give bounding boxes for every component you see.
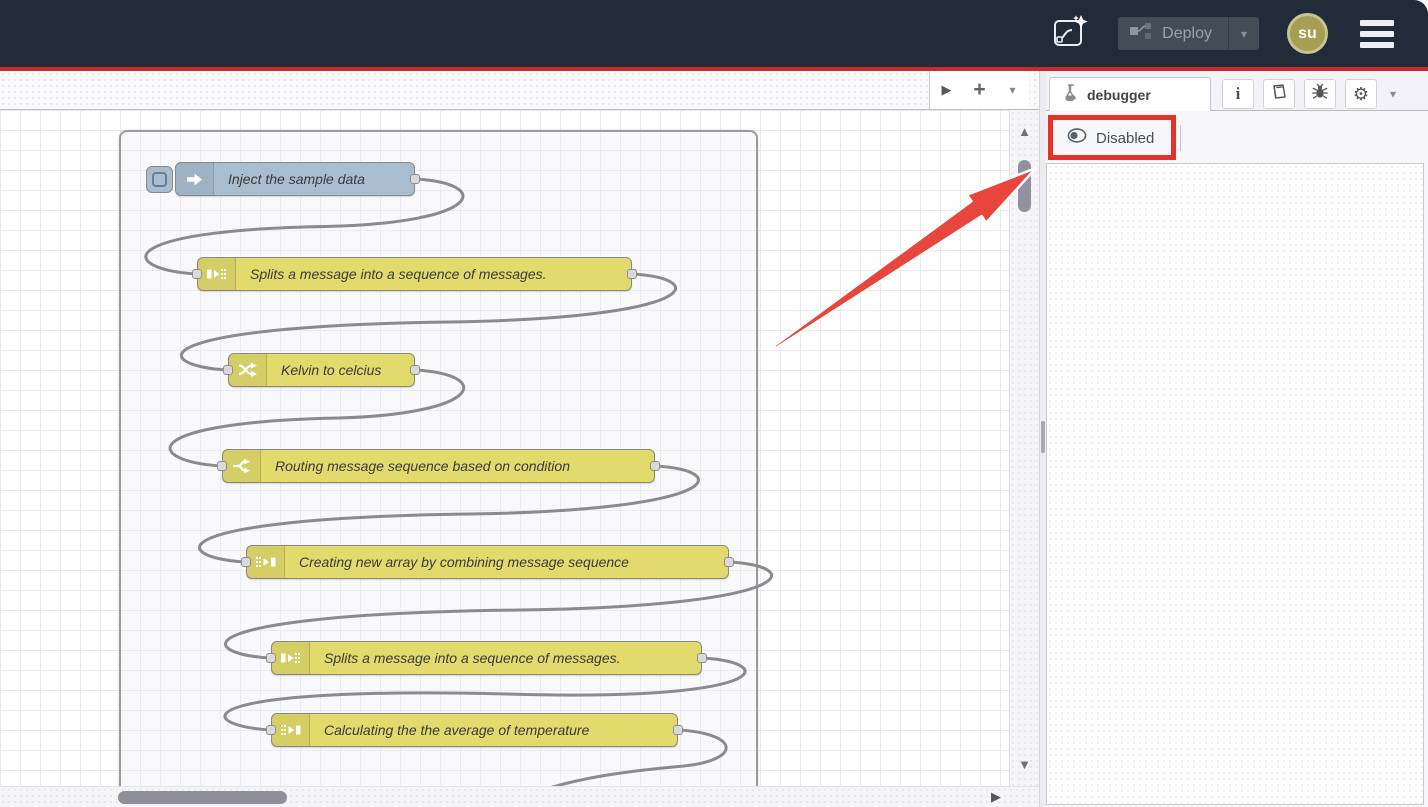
hamburger-menu-icon (1360, 20, 1394, 26)
node-inject[interactable]: Inject the sample data (175, 162, 415, 196)
sidebar-collapse-caret[interactable]: ▾ (1390, 87, 1396, 101)
node-label: Inject the sample data (228, 163, 404, 195)
switch-icon (223, 450, 261, 482)
settings-button[interactable]: ⚙ (1345, 79, 1377, 109)
node-output-port[interactable] (410, 365, 420, 375)
deploy-options-caret[interactable]: ▾ (1228, 17, 1259, 50)
inject-arrow-icon (176, 163, 214, 195)
node-input-port[interactable] (217, 461, 227, 471)
sidebar-splitter[interactable] (1040, 71, 1046, 807)
vertical-scrollbar-thumb[interactable] (1018, 160, 1031, 212)
splitter-grip[interactable] (1041, 421, 1045, 453)
horizontal-scrollbar-thumb[interactable] (118, 791, 287, 804)
flow-tabbar: ▶ + ▾ (0, 71, 1039, 110)
join-icon (272, 714, 310, 746)
info-icon: i (1236, 84, 1241, 104)
node-input-port[interactable] (266, 725, 276, 735)
node-label: Routing message sequence based on condit… (275, 450, 644, 482)
add-flow-button[interactable]: + (968, 78, 992, 102)
node-label: Kelvin to celcius (281, 354, 404, 386)
node-output-port[interactable] (724, 557, 734, 567)
ai-flow-sparkle-icon (1052, 12, 1090, 55)
deploy-button-label: Deploy (1162, 25, 1212, 43)
debug-messages-button[interactable] (1304, 79, 1336, 109)
book-icon (1270, 83, 1288, 106)
deploy-nodes-icon (1130, 21, 1152, 46)
node-input-port[interactable] (266, 653, 276, 663)
node-input-port[interactable] (192, 269, 202, 279)
node-input-port[interactable] (223, 365, 233, 375)
scroll-tabs-right-button[interactable]: ▶ (935, 82, 959, 98)
node-label: Calculating the the average of temperatu… (324, 714, 667, 746)
workspace-column: ▶ + ▾ Inject the sample data Splits a mes… (0, 71, 1040, 807)
debug-messages-panel[interactable] (1046, 163, 1424, 805)
horizontal-scrollbar[interactable]: ▶ (0, 786, 1039, 807)
scroll-up-icon[interactable]: ▲ (1010, 124, 1039, 139)
chevron-down-icon: ▾ (1241, 27, 1247, 41)
split-icon (272, 642, 310, 674)
node-output-port[interactable] (673, 725, 683, 735)
user-avatar[interactable]: su (1287, 13, 1328, 54)
node-label: Creating new array by combining message … (299, 546, 718, 578)
node-join-1[interactable]: Creating new array by combining message … (246, 545, 729, 579)
tab-debugger[interactable]: debugger (1049, 77, 1211, 111)
flask-icon (1064, 84, 1078, 106)
vertical-scrollbar[interactable]: ▲ ▼ (1009, 110, 1039, 786)
node-label: Splits a message into a sequence of mess… (250, 258, 621, 290)
gear-icon: ⚙ (1353, 84, 1369, 105)
app-header: Deploy ▾ su (0, 0, 1428, 67)
change-icon (229, 354, 267, 386)
sidebar-tabbar: debugger i (1046, 71, 1428, 111)
node-split-1[interactable]: Splits a message into a sequence of mess… (197, 257, 632, 291)
debug-sidebar: debugger i (1046, 71, 1428, 807)
inject-trigger-button[interactable] (146, 166, 173, 193)
filter-divider (1180, 125, 1181, 151)
flow-list-button[interactable]: ▾ (1001, 83, 1025, 97)
annotation-highlight-box (1048, 115, 1176, 160)
scroll-down-icon[interactable]: ▼ (1010, 757, 1039, 772)
node-input-port[interactable] (241, 557, 251, 567)
node-output-port[interactable] (410, 174, 420, 184)
ai-assistant-button[interactable] (1052, 15, 1090, 53)
deploy-button[interactable]: Deploy ▾ (1118, 17, 1259, 50)
bug-icon (1311, 83, 1329, 106)
join-icon (247, 546, 285, 578)
debug-filter-toolbar: Disabled (1046, 111, 1428, 163)
avatar-initials: su (1298, 25, 1317, 43)
node-label: Splits a message into a sequence of mess… (324, 642, 691, 674)
node-output-port[interactable] (697, 653, 707, 663)
node-join-2[interactable]: Calculating the the average of temperatu… (271, 713, 678, 747)
node-switch[interactable]: Routing message sequence based on condit… (222, 449, 655, 483)
node-output-port[interactable] (650, 461, 660, 471)
wires-layer (0, 110, 1009, 786)
tab-debugger-label: debugger (1087, 87, 1151, 103)
info-button[interactable]: i (1222, 79, 1254, 109)
node-split-2[interactable]: Splits a message into a sequence of mess… (271, 641, 702, 675)
flow-canvas[interactable]: Inject the sample data Splits a message i… (0, 110, 1009, 786)
help-button[interactable] (1263, 79, 1295, 109)
split-icon (198, 258, 236, 290)
node-change[interactable]: Kelvin to celcius (228, 353, 415, 387)
scroll-right-icon[interactable]: ▶ (991, 789, 1001, 805)
main-menu-button[interactable] (1356, 16, 1398, 52)
node-output-port[interactable] (627, 269, 637, 279)
